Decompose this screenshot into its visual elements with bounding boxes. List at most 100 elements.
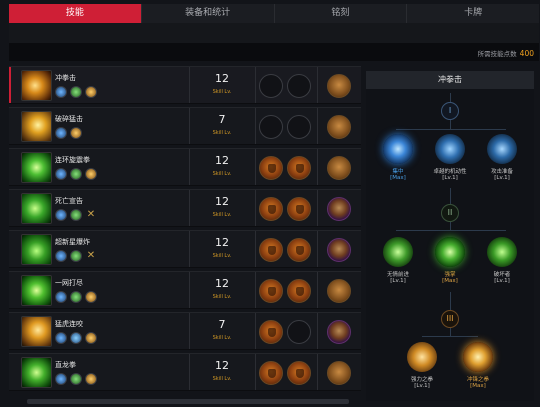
- focus-icon: [383, 134, 413, 164]
- skill-level: 12: [215, 72, 229, 85]
- tripod-gold-icon[interactable]: [85, 168, 97, 180]
- tab-engravings[interactable]: 铭刻: [275, 4, 408, 23]
- skill-row-supernova[interactable]: 超新星爆炸 ✕ 12 Skill Lv.: [9, 230, 361, 268]
- gem-slot-2[interactable]: [287, 320, 311, 344]
- tab-skills[interactable]: 技能: [9, 4, 142, 23]
- tripod-level: [Lv.1]: [414, 383, 430, 389]
- skill-level-unit: Skill Lv.: [212, 335, 232, 341]
- tripod-blue-icon[interactable]: [55, 291, 67, 303]
- tripod-icons: [55, 127, 82, 139]
- tripod-focus[interactable]: 集中 [Max]: [370, 134, 426, 181]
- gem-slot-2[interactable]: [287, 74, 311, 98]
- tripod-name: 破坏者: [493, 272, 511, 278]
- rune-icon[interactable]: [327, 156, 351, 180]
- tripod-blue-icon[interactable]: [55, 250, 67, 262]
- gem-slot-2[interactable]: [287, 197, 311, 221]
- gem-slot-2[interactable]: [287, 279, 311, 303]
- tripod-gold-icon[interactable]: [85, 373, 97, 385]
- rune-icon[interactable]: [327, 197, 351, 221]
- skill-row-fist-strike[interactable]: 冲拳击 12 Skill Lv.: [9, 66, 361, 104]
- tripod-destroyer[interactable]: 破坏者 [Lv.1]: [474, 237, 530, 284]
- tripod-gold-icon[interactable]: [85, 86, 97, 98]
- rune-icon[interactable]: [327, 238, 351, 262]
- skill-row-chain-shock-fist[interactable]: 连环旋震拳 12 Skill Lv.: [9, 148, 361, 186]
- rune-icon[interactable]: [327, 320, 351, 344]
- skill-row-sweep-all[interactable]: 一网打尽 12 Skill Lv.: [9, 271, 361, 309]
- rune-icon[interactable]: [327, 361, 351, 385]
- tripod-icons: [55, 291, 97, 303]
- tripod-blue-icon[interactable]: [55, 86, 67, 98]
- skill-level-unit: Skill Lv.: [212, 212, 232, 218]
- skill-row-shattering-strike[interactable]: 破碎猛击 7 Skill Lv.: [9, 107, 361, 145]
- skill-points-required: 所需技能点数 400: [478, 48, 534, 58]
- skill-row-death-sentence[interactable]: 死亡宣告 ✕ 12 Skill Lv.: [9, 189, 361, 227]
- skill-level: 7: [218, 113, 226, 126]
- tripod-green-icon[interactable]: [70, 168, 82, 180]
- skill-points-value: 400: [519, 49, 534, 58]
- tripod-power-fist[interactable]: 强力之拳 [Lv.1]: [394, 342, 450, 389]
- tripod-blue-icon[interactable]: [55, 209, 67, 221]
- tripod-cross-icon[interactable]: ✕: [85, 250, 97, 262]
- tripod-strong-palm[interactable]: 强掌 [Max]: [422, 237, 478, 284]
- tripod-name: 强力之拳: [410, 377, 433, 383]
- tripod-blue-icon[interactable]: [55, 373, 67, 385]
- gem-slot-1[interactable]: [259, 115, 283, 139]
- gem-slot-1[interactable]: [259, 238, 283, 262]
- skill-row-dragon-fist[interactable]: 直龙拳 12 Skill Lv.: [9, 353, 361, 391]
- tripod-green-icon[interactable]: [70, 291, 82, 303]
- gem-slot-1[interactable]: [259, 197, 283, 221]
- tripod-charge-fist[interactable]: 冲锋之拳 [Max]: [450, 342, 506, 389]
- tripod-blue-icon[interactable]: [55, 127, 67, 139]
- tripod-level: [Max]: [470, 383, 486, 389]
- power-fist-icon: [407, 342, 437, 372]
- tier-3-badge: III: [441, 310, 459, 328]
- tripod-name: 集中: [392, 169, 404, 175]
- dragon-fist-icon: [21, 357, 52, 388]
- skill-level: 12: [215, 236, 229, 249]
- gem-slot-1[interactable]: [259, 320, 283, 344]
- tripod-icons: [55, 168, 97, 180]
- tripod-blue-icon[interactable]: [55, 332, 67, 344]
- tab-cards[interactable]: 卡牌: [407, 4, 539, 23]
- gem-slot-2[interactable]: [287, 238, 311, 262]
- tripod-green-icon[interactable]: [70, 373, 82, 385]
- tripod-green-icon[interactable]: [70, 209, 82, 221]
- tripod-gold-icon[interactable]: [70, 127, 82, 139]
- tripod-gold-icon[interactable]: [85, 332, 97, 344]
- gem-slot-2[interactable]: [287, 361, 311, 385]
- skill-name: 直龙拳: [55, 361, 76, 369]
- skill-name: 超新星爆炸: [55, 238, 90, 246]
- skill-row-tiger-bite[interactable]: 猛虎连咬 7 Skill Lv.: [9, 312, 361, 350]
- skill-level-unit: Skill Lv.: [212, 89, 232, 95]
- tier-2-badge: II: [441, 204, 459, 222]
- skill-level-unit: Skill Lv.: [212, 376, 232, 382]
- tripod-green-icon[interactable]: [70, 250, 82, 262]
- relentless-advance-icon: [383, 237, 413, 267]
- tripod-icons: ✕: [55, 250, 97, 262]
- skill-level-unit: Skill Lv.: [212, 294, 232, 300]
- tripod-blue-icon[interactable]: [55, 168, 67, 180]
- destroyer-icon: [487, 237, 517, 267]
- gem-slot-1[interactable]: [259, 279, 283, 303]
- rune-icon[interactable]: [327, 74, 351, 98]
- rune-icon[interactable]: [327, 279, 351, 303]
- gem-slot-1[interactable]: [259, 74, 283, 98]
- tripod-attack-prep[interactable]: 攻击准备 [Lv.1]: [474, 134, 530, 181]
- gem-slot-1[interactable]: [259, 156, 283, 180]
- tripod-relentless-advance[interactable]: 无情前进 [Lv.1]: [370, 237, 426, 284]
- gem-slot-2[interactable]: [287, 115, 311, 139]
- tripod-level: [Lv.1]: [442, 175, 458, 181]
- tripod-icons: [55, 373, 97, 385]
- rune-icon[interactable]: [327, 115, 351, 139]
- tripod-blue-icon[interactable]: [70, 332, 82, 344]
- tripod-mobility[interactable]: 卓越的机动性 [Lv.1]: [422, 134, 478, 181]
- tripod-icons: ✕: [55, 209, 97, 221]
- gem-slot-1[interactable]: [259, 361, 283, 385]
- tripod-name: 冲锋之拳: [466, 377, 489, 383]
- tripod-gold-icon[interactable]: [85, 291, 97, 303]
- horizontal-scrollbar[interactable]: [27, 399, 349, 404]
- tab-equipment-stats[interactable]: 装备和统计: [142, 4, 275, 23]
- tripod-green-icon[interactable]: [70, 86, 82, 98]
- tripod-cross-icon[interactable]: ✕: [85, 209, 97, 221]
- gem-slot-2[interactable]: [287, 156, 311, 180]
